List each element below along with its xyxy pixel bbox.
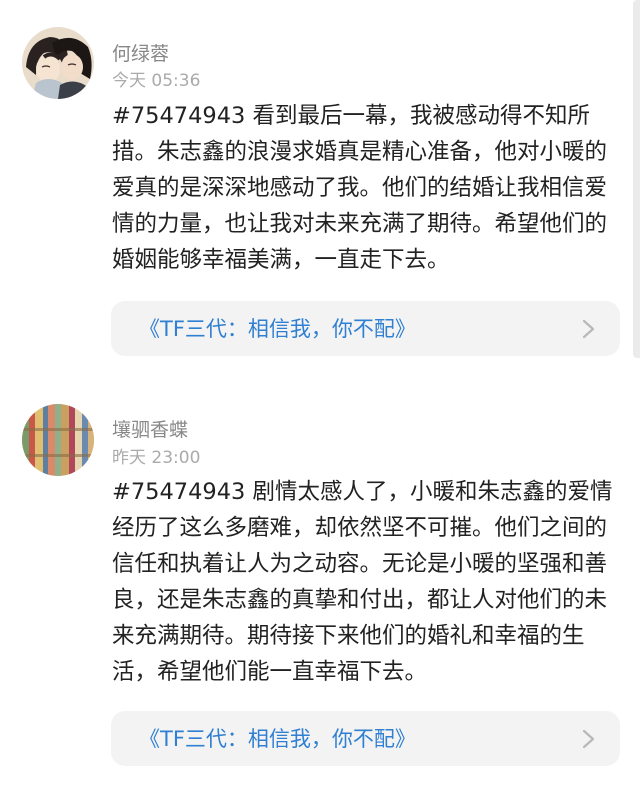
user-avatar[interactable] <box>22 404 94 476</box>
comment-text: #75474943 看到最后一幕，我被感动得不知所措。朱志鑫的浪漫求婚真是精心准… <box>112 103 608 273</box>
username[interactable]: 何绿蓉 <box>112 39 169 66</box>
timestamp: 今天 05:36 <box>112 71 201 91</box>
novel-link-text[interactable]: 《TF三代：相信我，你不配》 <box>139 315 416 343</box>
novel-link-card[interactable]: 《TF三代：相信我，你不配》 <box>111 301 620 356</box>
username[interactable]: 壤驷香蝶 <box>112 415 188 442</box>
user-avatar[interactable] <box>22 27 94 99</box>
novel-link-text[interactable]: 《TF三代：相信我，你不配》 <box>139 725 416 753</box>
timestamp: 昨天 23:00 <box>112 448 201 468</box>
scrollbar-thumb[interactable] <box>633 0 640 358</box>
chevron-right-icon <box>582 729 595 749</box>
anime-couple-icon <box>22 27 94 99</box>
chevron-right-icon <box>582 319 595 339</box>
comment-text: #75474943 剧情太感人了，小暖和朱志鑫的爱情经历了这么多磨难，却依然坚不… <box>112 479 613 685</box>
novel-link-card[interactable]: 《TF三代：相信我，你不配》 <box>111 711 620 766</box>
bookshelf-icon <box>22 404 94 476</box>
